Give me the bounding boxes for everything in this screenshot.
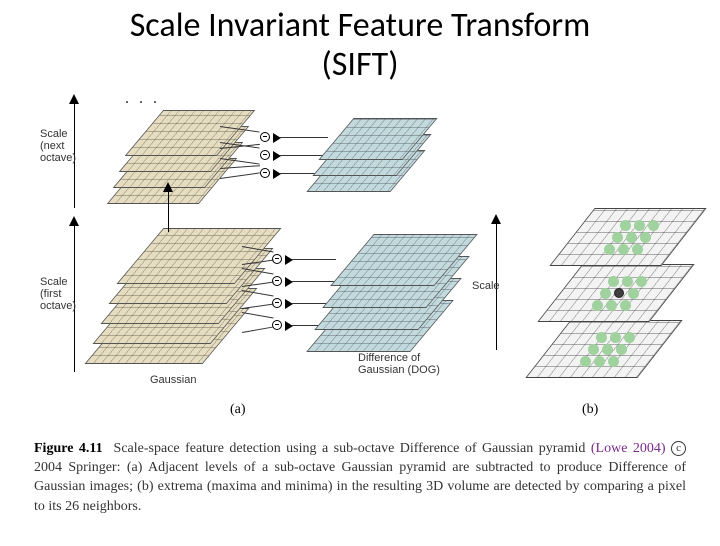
subtract-node-icon	[272, 320, 282, 330]
figure-part-b: (b)	[582, 402, 598, 418]
connector-line	[242, 327, 274, 334]
arrowhead-icon	[69, 94, 79, 104]
copyright-icon: c	[671, 441, 686, 456]
label-scale-b: Scale	[472, 280, 500, 292]
subtract-node-icon	[260, 150, 270, 160]
caption-figure-number: Figure 4.11	[34, 441, 103, 456]
subtract-node-icon	[260, 168, 270, 178]
ellipsis-icon: . . .	[125, 90, 160, 108]
figure-part-a: (a)	[230, 402, 246, 418]
caption-reference: (Lowe 2004)	[591, 441, 666, 456]
arrowhead-icon	[491, 214, 501, 224]
label-gaussian: Gaussian	[150, 374, 196, 386]
label-dog: Difference of Gaussian (DOG)	[358, 352, 440, 376]
connector-line	[280, 137, 328, 138]
page-title: Scale Invariant Feature Transform (SIFT)	[0, 6, 720, 84]
subtract-node-icon	[260, 132, 270, 142]
connector-line	[292, 281, 336, 282]
label-scale-first: Scale (first octave)	[40, 276, 80, 312]
figure-4-11: . . . Scale (next octave) Scale (first o…	[20, 92, 700, 432]
title-line-2: (SIFT)	[322, 44, 399, 85]
connector-line	[292, 259, 336, 260]
connector-line	[242, 312, 274, 319]
caption-lead: Scale-space feature detection using a su…	[114, 441, 591, 456]
title-line-1: Scale Invariant Feature Transform	[130, 5, 591, 46]
connector-line	[220, 173, 260, 180]
caption-body: 2004 Springer: (a) Adjacent levels of a …	[34, 460, 686, 514]
figure-caption: Figure 4.11 Scale-space feature detectio…	[34, 439, 686, 516]
label-scale-next: Scale (next octave)	[40, 128, 80, 164]
arrowhead-icon	[163, 182, 173, 192]
arrowhead-icon	[69, 216, 79, 226]
octave-link-line	[168, 188, 169, 232]
